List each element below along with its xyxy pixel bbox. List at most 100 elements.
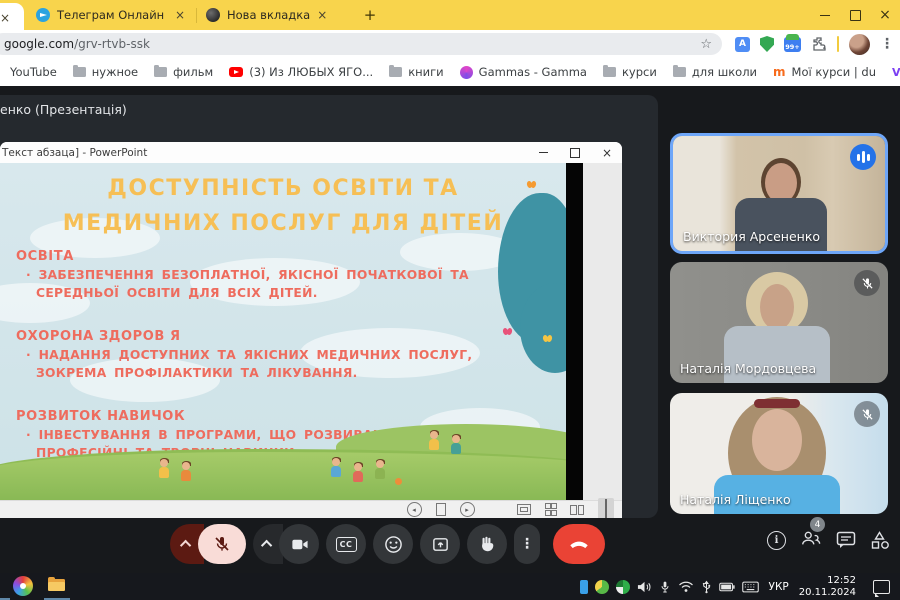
child-illustration bbox=[158, 459, 170, 479]
chevron-up-icon bbox=[261, 540, 272, 551]
speaker-icon[interactable] bbox=[637, 580, 652, 594]
participant-tile-natalia-l[interactable]: Наталія Ліщенко bbox=[670, 393, 888, 514]
extensions-puzzle-icon[interactable] bbox=[811, 36, 827, 52]
microphone-tray-icon[interactable] bbox=[659, 580, 671, 594]
chat-panel-button[interactable] bbox=[836, 531, 856, 549]
annotation-pen-button[interactable] bbox=[436, 503, 446, 516]
participant-tile-natalia-m[interactable]: Наталія Мордовцева bbox=[670, 262, 888, 383]
normal-view-button[interactable] bbox=[517, 504, 531, 515]
activities-button[interactable] bbox=[870, 530, 890, 550]
bookmark-folder[interactable]: нужное bbox=[73, 65, 138, 79]
folder-icon bbox=[389, 67, 402, 77]
window-close-button[interactable]: × bbox=[870, 0, 900, 30]
adblock-shield-icon[interactable] bbox=[760, 36, 774, 52]
usb-icon[interactable] bbox=[701, 580, 712, 594]
file-explorer-icon[interactable] bbox=[48, 579, 65, 591]
bookmark-item[interactable]: mМої курси | du bbox=[773, 65, 876, 79]
color-wheel-app-icon[interactable] bbox=[13, 576, 33, 596]
wifi-icon[interactable] bbox=[678, 580, 694, 593]
meet-panels-dock: i 4 bbox=[767, 529, 890, 551]
app-tray-icon[interactable] bbox=[595, 580, 609, 594]
end-call-icon bbox=[568, 533, 590, 555]
presentation-tile[interactable]: енко (Презентація) Текст абзаца] - Power… bbox=[0, 95, 658, 518]
folder-icon bbox=[154, 67, 167, 77]
bookmark-item[interactable]: VСверхбыстрый и п... bbox=[892, 65, 900, 79]
close-tab-icon[interactable]: × bbox=[175, 9, 185, 21]
tab-active-stub[interactable]: × bbox=[0, 3, 24, 30]
person-body bbox=[735, 198, 827, 254]
audio-activity-icon bbox=[850, 144, 876, 170]
camera-control-group bbox=[253, 524, 319, 564]
window-minimize-button[interactable] bbox=[810, 0, 840, 30]
keyboard-icon[interactable] bbox=[742, 581, 759, 593]
camera-toggle-button[interactable] bbox=[279, 524, 319, 564]
window-maximize-button[interactable] bbox=[840, 0, 870, 30]
bookmark-folder[interactable]: фильм bbox=[154, 65, 213, 79]
slide-title: ДОСТУПНІСТЬ ОСВІТИ ТА МЕДИЧНИХ ПОСЛУГ ДЛ… bbox=[0, 171, 566, 241]
ppt-minimize-button[interactable] bbox=[528, 142, 558, 163]
bookmark-star-icon[interactable]: ☆ bbox=[700, 37, 712, 52]
bookmark-folder[interactable]: курси bbox=[603, 65, 657, 79]
close-tab-icon[interactable]: × bbox=[317, 9, 327, 21]
end-call-button[interactable] bbox=[553, 524, 605, 564]
close-tab-icon[interactable]: × bbox=[0, 3, 18, 33]
ppt-maximize-button[interactable] bbox=[560, 142, 590, 163]
new-tab-button[interactable]: + bbox=[360, 5, 380, 25]
phone-tray-icon[interactable] bbox=[580, 580, 588, 594]
participant-name: Наталія Мордовцева bbox=[680, 361, 816, 376]
ppt-close-button[interactable]: × bbox=[592, 142, 622, 163]
next-slide-button[interactable]: ▸ bbox=[460, 502, 475, 517]
mic-toggle-button[interactable] bbox=[198, 524, 246, 564]
minimize-icon bbox=[539, 152, 548, 153]
moodle-icon: m bbox=[773, 67, 786, 77]
bookmarks-bar: YouTube нужное фильм (3) Из ЛЮБЫХ ЯГО...… bbox=[0, 58, 900, 86]
close-icon: × bbox=[879, 7, 891, 23]
action-center-icon[interactable] bbox=[873, 580, 890, 594]
system-tray: УКР 12:52 20.11.2024 bbox=[580, 573, 856, 600]
close-icon: × bbox=[602, 146, 612, 160]
reactions-button[interactable] bbox=[373, 524, 413, 564]
mic-off-icon bbox=[213, 535, 231, 553]
antivirus-tray-icon[interactable] bbox=[616, 580, 630, 594]
bookmark-item[interactable]: (3) Из ЛЮБЫХ ЯГО... bbox=[229, 65, 373, 79]
present-screen-button[interactable] bbox=[420, 524, 460, 564]
more-dots-icon: ⋮ bbox=[520, 536, 534, 552]
profile-avatar[interactable] bbox=[849, 34, 870, 55]
butterfly-illustration bbox=[503, 328, 512, 335]
participant-tile-viktoria[interactable]: Виктория Арсененко bbox=[670, 133, 888, 254]
theme-separator bbox=[837, 36, 839, 52]
telegram-favicon-icon bbox=[36, 8, 50, 22]
cc-icon: CC bbox=[336, 537, 357, 552]
address-bar[interactable]: google.com/grv-rtvb-ssk ☆ bbox=[0, 33, 722, 55]
meeting-info-button[interactable]: i bbox=[767, 531, 786, 550]
translate-extension-icon[interactable]: A bbox=[735, 37, 750, 52]
battery-icon[interactable] bbox=[719, 582, 735, 592]
language-indicator[interactable]: УКР bbox=[766, 581, 792, 593]
browser-menu-icon[interactable]: ⋮ bbox=[880, 36, 894, 52]
child-illustration bbox=[374, 460, 386, 480]
tab-telegram[interactable]: Телеграм Онлайн (неофициал × bbox=[28, 0, 193, 30]
person-face bbox=[765, 163, 797, 203]
taskbar-clock[interactable]: 12:52 20.11.2024 bbox=[799, 575, 856, 598]
bookmark-folder[interactable]: для школи bbox=[673, 65, 757, 79]
bookmark-item[interactable]: Gammas - Gamma bbox=[460, 65, 587, 79]
slideshow-view-button[interactable] bbox=[598, 498, 614, 518]
more-options-button[interactable]: ⋮ bbox=[514, 524, 540, 564]
raise-hand-button[interactable] bbox=[467, 524, 507, 564]
participant-name: Наталія Ліщенко bbox=[680, 492, 791, 507]
url-host: google.com bbox=[4, 37, 74, 51]
extension-badge-icon[interactable]: 99+ bbox=[784, 37, 801, 52]
slide-sorter-view-button[interactable] bbox=[545, 503, 557, 517]
present-icon bbox=[431, 535, 450, 554]
tab-label: Нова вкладка bbox=[227, 8, 310, 22]
extension-badge-count: 99+ bbox=[784, 43, 801, 51]
captions-button[interactable]: CC bbox=[326, 524, 366, 564]
reading-view-button[interactable] bbox=[570, 505, 584, 515]
people-panel-button[interactable]: 4 bbox=[800, 529, 822, 551]
previous-slide-button[interactable]: ◂ bbox=[407, 502, 422, 517]
bookmark-folder[interactable]: книги bbox=[389, 65, 443, 79]
bookmark-item[interactable]: YouTube bbox=[2, 65, 57, 79]
tab-new-tab[interactable]: Нова вкладка × bbox=[198, 0, 353, 30]
participants-count-badge: 4 bbox=[810, 517, 825, 532]
mic-muted-icon bbox=[854, 270, 880, 296]
